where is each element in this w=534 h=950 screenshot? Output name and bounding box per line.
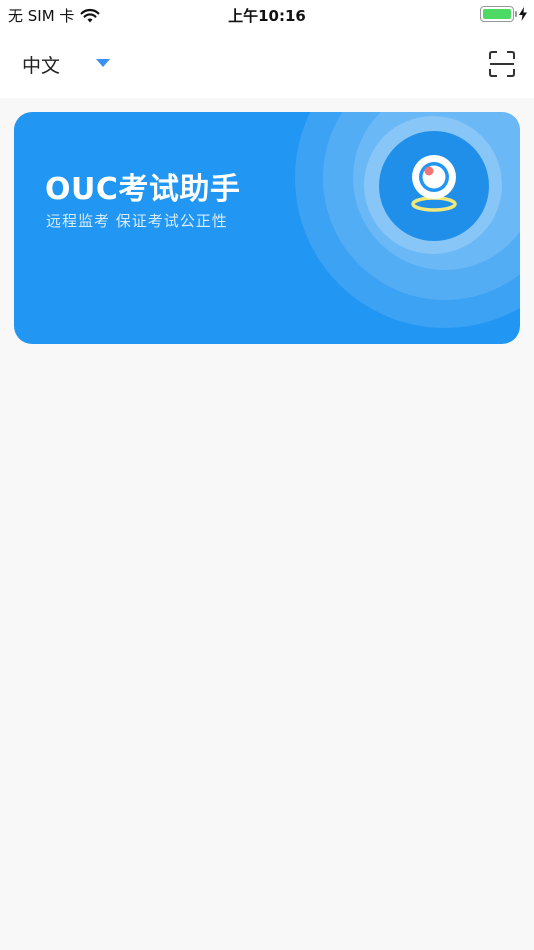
camera-icon	[411, 155, 457, 212]
language-selector[interactable]: 中文	[22, 51, 60, 78]
status-right	[480, 6, 528, 22]
scan-icon[interactable]	[488, 50, 516, 78]
battery-icon	[480, 6, 517, 22]
exam-assistant-card[interactable]: OUC考试助手 远程监考 保证考试公正性	[14, 112, 520, 344]
status-time: 上午10:16	[228, 7, 306, 25]
status-bar: 无 SIM 卡 上午10:16	[0, 0, 534, 30]
charging-bolt-icon	[519, 7, 527, 21]
card-subtitle: 远程监考 保证考试公正性	[46, 212, 228, 230]
card-title: OUC考试助手	[45, 172, 241, 207]
header-bar: 中文	[0, 30, 534, 98]
caret-down-icon[interactable]	[96, 59, 110, 67]
battery-level	[483, 9, 511, 19]
